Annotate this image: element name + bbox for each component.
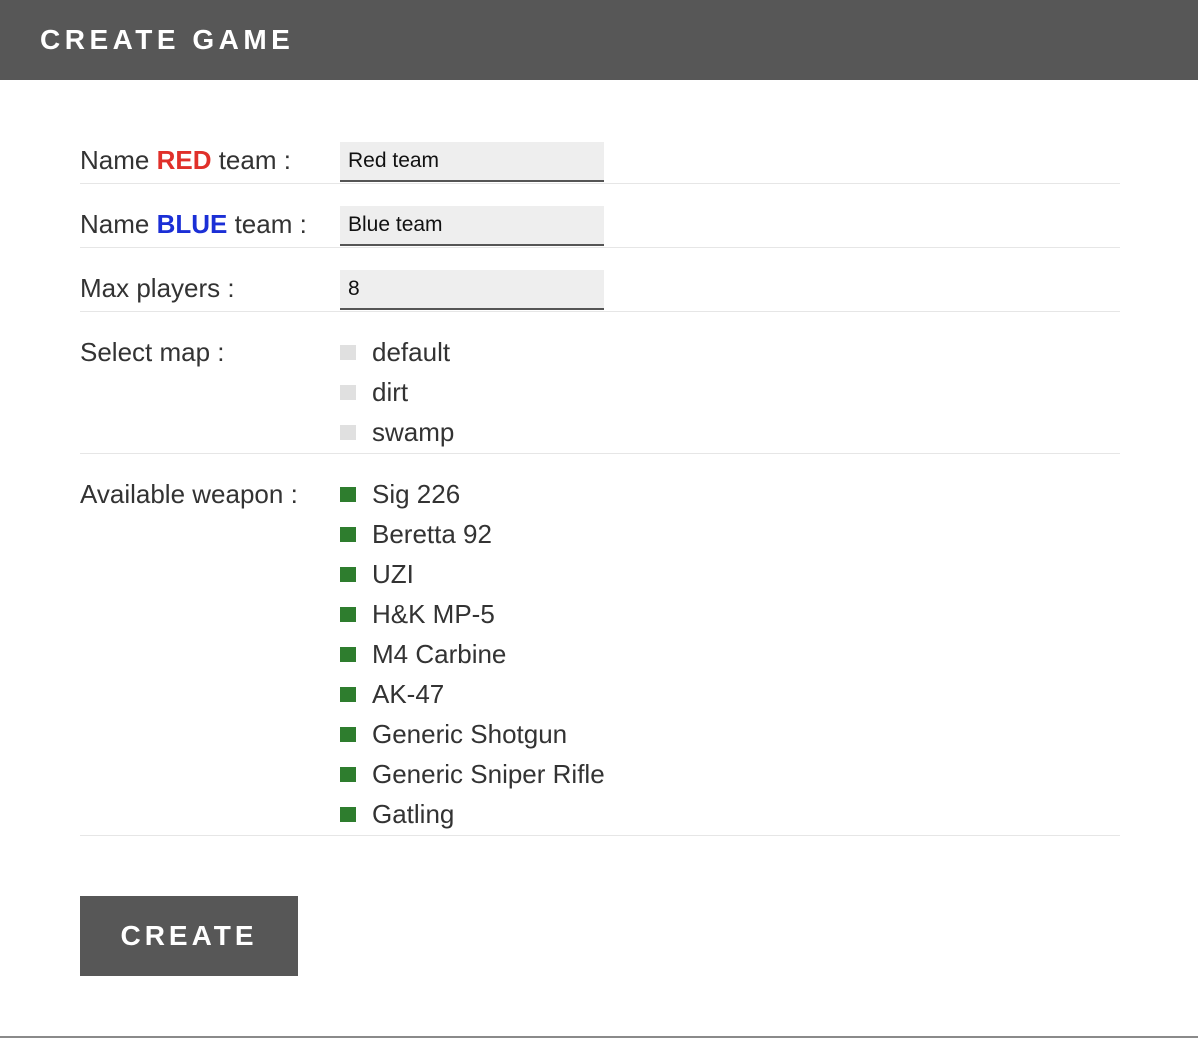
map-option-label: swamp [372,417,455,447]
red-team-name-input[interactable] [340,142,604,182]
checkbox[interactable] [340,727,356,742]
checkbox[interactable] [340,425,356,440]
weapon-option-label: H&K MP-5 [372,599,495,629]
weapon-option-label: Sig 226 [372,479,461,509]
checkbox[interactable] [340,385,356,400]
weapon-option-label: Generic Sniper Rifle [372,759,605,789]
max-players-input[interactable] [340,270,604,310]
max-players-row: Max players : [80,270,1120,312]
weapon-option-label: UZI [372,559,414,589]
checkbox[interactable] [340,767,356,782]
select-map-row: Select map : default dirt swamp [80,334,1120,454]
weapon-option-label: Gatling [372,799,455,829]
checkbox[interactable] [340,807,356,822]
page-title: CREATE GAME [40,24,295,55]
select-map-label: Select map : [80,337,225,367]
checkbox[interactable] [340,527,356,542]
checkbox[interactable] [340,647,356,662]
weapon-option-label: Generic Shotgun [372,719,568,749]
max-players-label: Max players : [80,273,235,303]
blue-team-row: Name BLUE team : [80,206,1120,248]
weapon-option-label: M4 Carbine [372,639,507,669]
checkbox[interactable] [340,607,356,622]
available-weapon-label: Available weapon : [80,479,298,509]
weapon-option-label: AK-47 [372,679,445,709]
checkbox[interactable] [340,487,356,502]
red-team-label-prefix: Name [80,145,157,175]
checkbox[interactable] [340,345,356,360]
blue-team-name-input[interactable] [340,206,604,246]
red-team-row: Name RED team : [80,142,1120,184]
blue-team-label: Name BLUE team : [80,209,307,239]
weapon-option-label: Beretta 92 [372,519,492,549]
map-option-label: dirt [372,377,409,407]
available-weapon-row: Available weapon : Sig 226 Beretta 92 UZ… [80,476,1120,836]
page-header: CREATE GAME [0,0,1198,80]
red-team-label-suffix: team : [211,145,291,175]
blue-team-label-suffix: team : [227,209,307,239]
map-option-label: default [372,337,451,367]
checkbox[interactable] [340,687,356,702]
red-team-label: Name RED team : [80,145,291,175]
create-button[interactable]: CREATE [80,896,298,976]
red-team-label-color-word: RED [156,145,212,175]
blue-team-label-prefix: Name [80,209,157,239]
checkbox[interactable] [340,567,356,582]
blue-team-label-color-word: BLUE [156,209,228,239]
